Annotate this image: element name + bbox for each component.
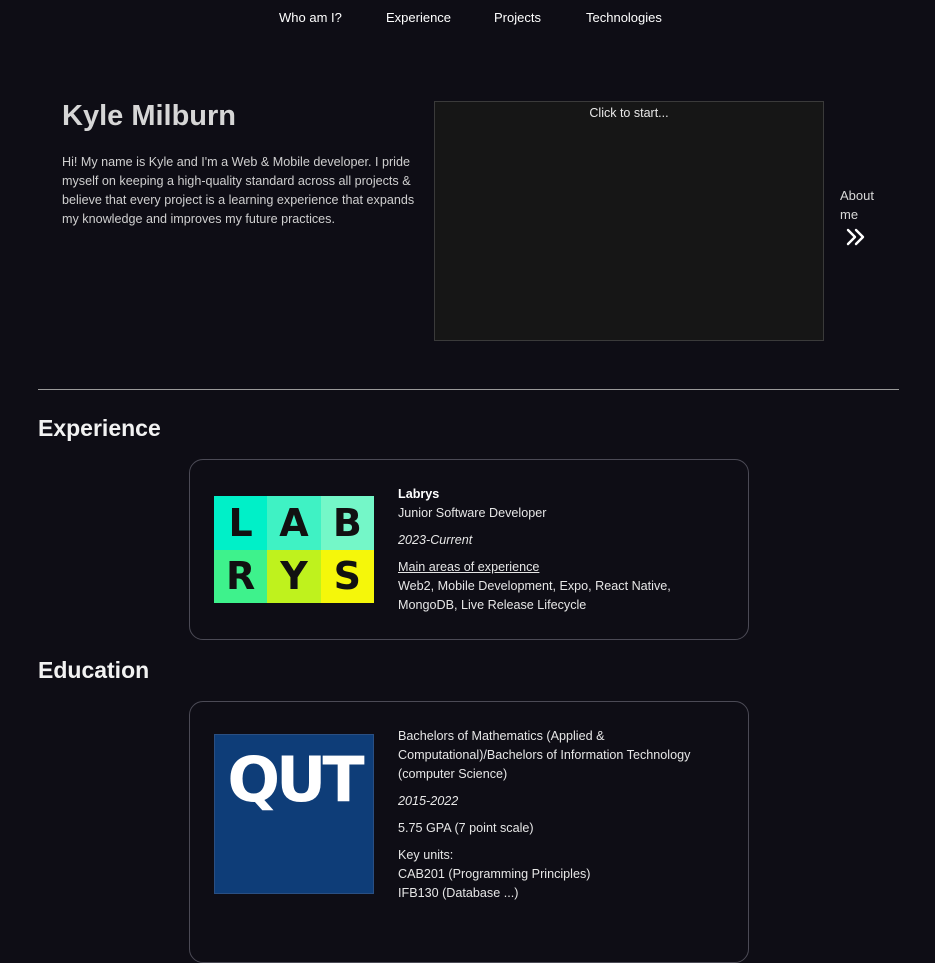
job-role: Junior Software Developer <box>398 506 547 520</box>
experience-details: Labrys Junior Software Developer 2023-Cu… <box>398 485 718 615</box>
experience-card: L A B R Y S Labrys Junior Software Devel… <box>189 459 749 640</box>
about-me-link[interactable]: About me <box>840 186 900 251</box>
logo-letter: Y <box>267 549 321 603</box>
qut-logo: QUT <box>214 734 374 894</box>
education-details: Bachelors of Mathematics (Applied & Comp… <box>398 727 708 903</box>
degree-name: Bachelors of Mathematics (Applied & Comp… <box>398 729 691 781</box>
key-unit: CAB201 (Programming Principles) <box>398 867 591 881</box>
education-heading: Education <box>38 657 150 683</box>
about-me-label: About me <box>840 188 874 222</box>
nav-link-projects[interactable]: Projects <box>494 10 541 25</box>
areas-of-experience-list: Web2, Mobile Development, Expo, React Na… <box>398 579 671 612</box>
nav-link-who-am-i[interactable]: Who am I? <box>279 10 342 25</box>
game-start-hint: Click to start... <box>589 106 669 120</box>
gpa: 5.75 GPA (7 point scale) <box>398 821 534 835</box>
logo-letter: S <box>320 549 374 603</box>
logo-letter: A <box>267 496 321 550</box>
hero-name: Kyle Milburn <box>62 100 237 132</box>
logo-letter: R <box>214 549 268 603</box>
qut-logo-background: QUT <box>214 734 374 894</box>
key-units-label: Key units: <box>398 848 454 862</box>
company-name: Labrys <box>398 487 440 501</box>
nav-link-technologies[interactable]: Technologies <box>586 10 662 25</box>
job-dates: 2023-Current <box>398 533 473 547</box>
game-canvas[interactable]: Click to start... <box>434 101 824 341</box>
key-unit: IFB130 (Database ...) <box>398 886 519 900</box>
education-card: QUT Bachelors of Mathematics (Applied & … <box>189 701 749 963</box>
areas-of-experience-link[interactable]: Main areas of experience <box>398 558 718 577</box>
study-dates: 2015-2022 <box>398 794 459 808</box>
nav-link-experience[interactable]: Experience <box>386 10 451 25</box>
top-nav: Who am I? Experience Projects Technologi… <box>0 0 935 36</box>
logo-letter: B <box>320 496 374 550</box>
hero-description: Hi! My name is Kyle and I'm a Web & Mobi… <box>62 155 415 226</box>
qut-logo-text: QUT <box>227 743 364 816</box>
logo-letter: L <box>214 496 268 550</box>
experience-heading: Experience <box>38 415 161 441</box>
labrys-logo: L A B R Y S <box>214 496 374 603</box>
double-chevron-right-icon <box>846 228 865 246</box>
section-divider <box>38 389 899 390</box>
